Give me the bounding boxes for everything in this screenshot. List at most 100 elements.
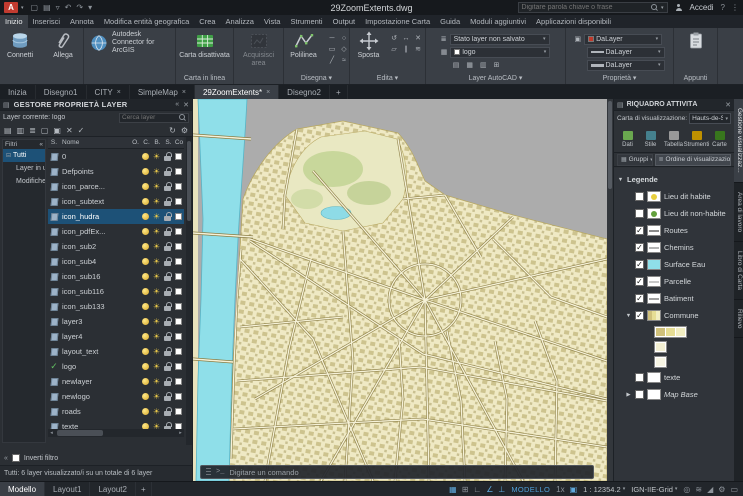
legend-checkbox[interactable] (635, 260, 644, 269)
stretch-tool-icon[interactable]: ↔ (401, 33, 412, 44)
linetype-select[interactable]: DaLayer▾ (587, 47, 665, 58)
annotation-scale-x-icon[interactable]: 1x (556, 482, 564, 496)
rotate-tool-icon[interactable]: ↺ (389, 33, 400, 44)
legend-checkbox[interactable] (635, 243, 644, 252)
legend-checkbox[interactable] (635, 277, 644, 286)
legend-row[interactable]: Lieu dit non-habite (614, 205, 734, 222)
command-line-grip[interactable] (206, 468, 211, 476)
layer-freeze-icon[interactable]: ☀ (153, 287, 160, 296)
scroll-right-icon[interactable]: ▸ (177, 430, 184, 436)
erase-tool-icon[interactable]: ✕ (413, 33, 424, 44)
ribbon-tab[interactable]: Output (328, 15, 361, 28)
layer-settings-icon[interactable]: ⚙ (181, 124, 188, 137)
layer-lock-icon[interactable] (164, 257, 171, 266)
layer-row[interactable]: icon_sub2 ☀ (48, 239, 184, 254)
panel-label-online-map[interactable]: Carta in linea (176, 74, 233, 84)
document-tab[interactable]: 29ZoomExtents* × (195, 85, 279, 99)
layer-state-select[interactable]: Stato layer non salvato▾ (450, 34, 550, 45)
palette-menu-icon[interactable]: ▤ (3, 101, 10, 109)
legend-checkbox[interactable] (635, 373, 644, 382)
layer-freeze-icon[interactable]: ☀ (153, 227, 160, 236)
layer-lock-icon[interactable] (164, 287, 171, 296)
layer-lock-icon[interactable] (164, 197, 171, 206)
ribbon-tab[interactable]: Analizza (221, 15, 259, 28)
layer-color-swatch[interactable] (175, 153, 182, 160)
panel-label-modify[interactable]: Edita ▾ (350, 74, 425, 84)
task-pane-close-icon[interactable]: ✕ (725, 101, 731, 109)
layer-color-swatch[interactable] (175, 168, 182, 175)
close-tab-icon[interactable]: × (266, 89, 270, 96)
document-tab[interactable]: CITY × (87, 85, 130, 99)
map-drawing-canvas[interactable] (193, 99, 607, 481)
ribbon-tab[interactable]: Inserisci (28, 15, 66, 28)
snap-icon[interactable]: ⊞ (462, 482, 469, 496)
ribbon-tab[interactable]: Applicazioni disponibili (531, 15, 616, 28)
layer-lock-icon[interactable] (164, 212, 171, 221)
side-tab[interactable]: Gestione visualizzaz... (734, 99, 743, 183)
layer-lock-icon[interactable] (164, 302, 171, 311)
overflow-icon[interactable]: ⋮ (731, 3, 739, 12)
layer-row[interactable]: 0 ☀ (48, 149, 184, 164)
invert-filter-checkbox[interactable] (12, 454, 20, 462)
layer-freeze-icon[interactable]: ☀ (153, 317, 160, 326)
layer-row[interactable]: Defpoints ☀ (48, 164, 184, 179)
layer-color-swatch[interactable] (175, 333, 182, 340)
filter-tree-item[interactable]: Modifiche... (3, 175, 45, 188)
ribbon-tab[interactable]: Vista (259, 15, 286, 28)
layer-on-icon[interactable] (142, 273, 149, 280)
legend-checkbox[interactable] (635, 209, 644, 218)
legend-checkbox[interactable] (635, 226, 644, 235)
layer-on-icon[interactable] (142, 363, 149, 370)
layer-row[interactable]: icon_subtext ☀ (48, 194, 184, 209)
layer-row[interactable]: icon_parce... ☀ (48, 179, 184, 194)
graphics-performance-icon[interactable]: ◢ (707, 482, 713, 496)
spline-tool-icon[interactable]: ≈ (339, 55, 350, 66)
sign-in-link[interactable]: Accedi (690, 3, 714, 12)
layer-on-icon[interactable] (142, 213, 149, 220)
legend-row[interactable]: ▶ Map Base (614, 386, 734, 403)
layers-stack-icon[interactable]: ▦ (441, 47, 448, 58)
ribbon-tab[interactable]: Crea (194, 15, 220, 28)
layer-freeze-icon[interactable]: ☀ (153, 392, 160, 401)
layer-freeze-icon[interactable]: ☀ (153, 197, 160, 206)
layout-tab[interactable]: + (136, 482, 152, 496)
draw-order-button[interactable]: ≣ Ordine di visualizzazione (655, 154, 731, 166)
open-folder-icon[interactable]: ▤ (43, 0, 51, 15)
layer-freeze-icon[interactable]: ☀ (153, 407, 160, 416)
attach-button[interactable]: Allega (43, 31, 83, 60)
layer-freeze-icon[interactable]: ☀ (153, 212, 160, 221)
filters-collapse-icon[interactable]: « (39, 141, 43, 148)
user-icon[interactable] (675, 4, 683, 12)
layer-on-icon[interactable] (142, 378, 149, 385)
polygon-tool-icon[interactable]: ◇ (339, 44, 350, 55)
palette-autohide-icon[interactable]: « (175, 101, 179, 108)
layer-row[interactable]: icon_hudra ☀ (48, 209, 184, 224)
tree-expand-icon[interactable]: ▶ (625, 392, 632, 398)
legend-row[interactable]: Lieu dit habite (614, 188, 734, 205)
trim-tool-icon[interactable]: ≋ (413, 44, 424, 55)
tree-expand-icon[interactable]: ▼ (625, 313, 632, 319)
layer-color-swatch[interactable] (175, 378, 182, 385)
layer-freeze-icon[interactable]: ☀ (153, 152, 160, 161)
delete-layer-icon[interactable]: ✕ (66, 124, 73, 137)
layer-on-icon[interactable] (142, 228, 149, 235)
new-layer-icon[interactable]: ▢ (41, 124, 49, 137)
layer-freeze-icon[interactable]: ☀ (153, 347, 160, 356)
layer-freeze-icon[interactable]: ☀ (153, 167, 160, 176)
task-pane-tab[interactable]: Tabella (662, 127, 685, 152)
layer-on-icon[interactable] (142, 303, 149, 310)
side-tab[interactable]: Area di lavoro (734, 183, 743, 242)
ribbon-tab[interactable]: Moduli aggiuntivi (465, 15, 531, 28)
layer-row[interactable]: newlogo ☀ (48, 389, 184, 404)
clean-screen-icon[interactable]: ▭ (730, 482, 738, 496)
palette-close-icon[interactable]: ✕ (183, 101, 189, 109)
groups-button[interactable]: ▦ Gruppi ▾ (617, 154, 653, 166)
layer-freeze-icon[interactable]: ☀ (153, 377, 160, 386)
layer-color-swatch[interactable] (175, 348, 182, 355)
legend-row[interactable]: ▼ Legende (614, 171, 734, 188)
legend-row[interactable]: Routes (614, 222, 734, 239)
layer-lock-icon[interactable] (164, 227, 171, 236)
close-tab-icon[interactable]: × (182, 89, 186, 96)
ribbon-tab[interactable]: Modifica entità geografica (99, 15, 194, 28)
polar-tracking-icon[interactable]: ∠ (486, 482, 493, 496)
